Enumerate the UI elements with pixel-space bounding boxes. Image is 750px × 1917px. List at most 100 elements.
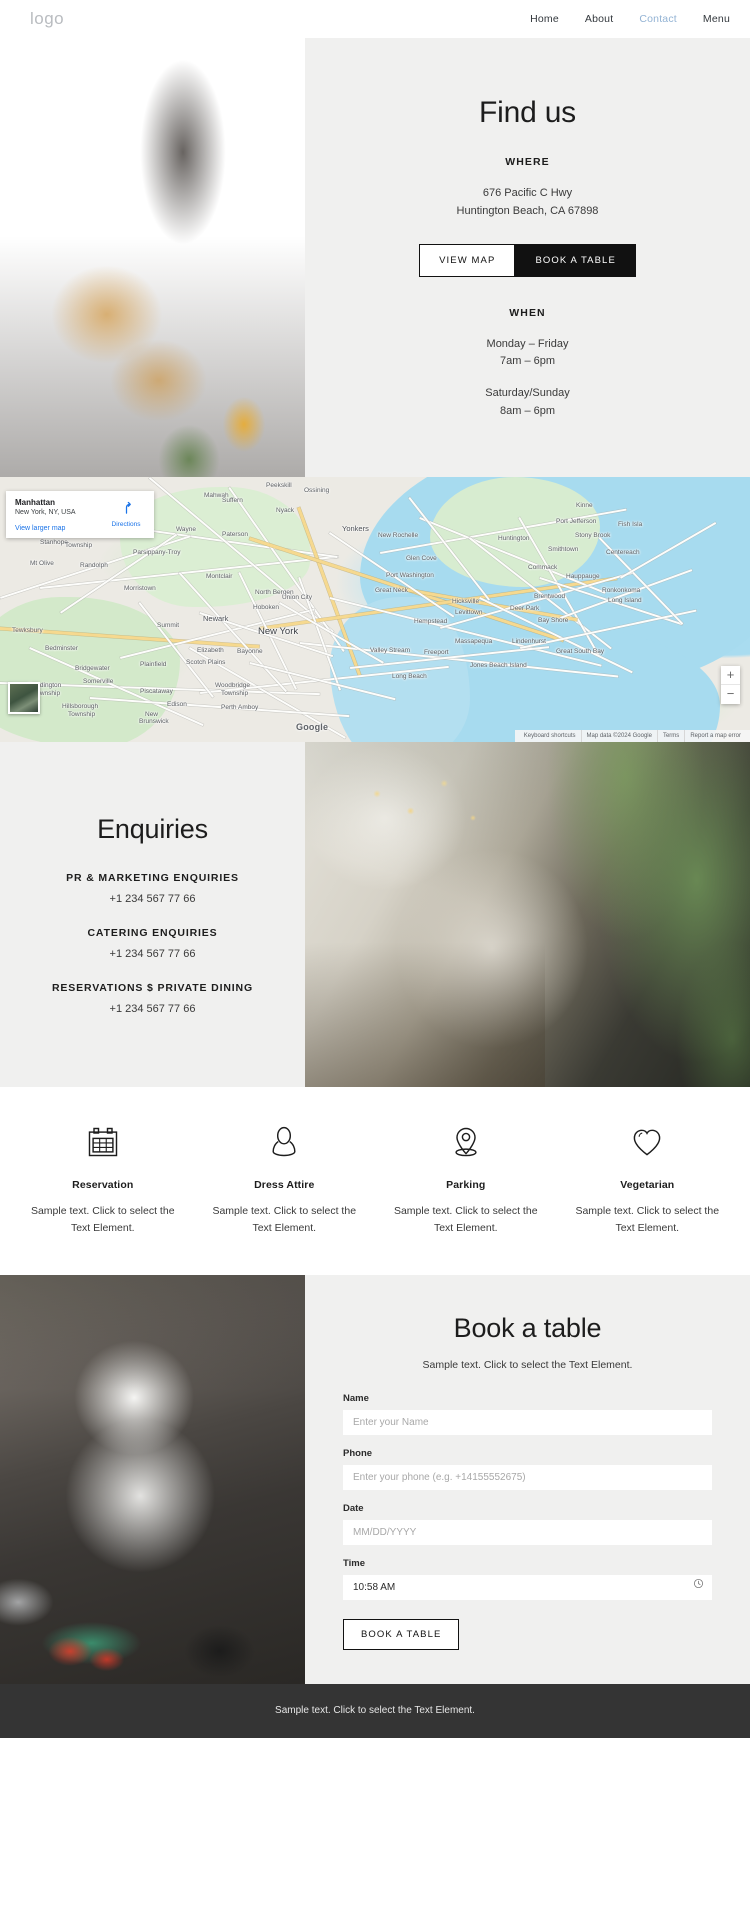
where-label: WHERE xyxy=(505,156,550,168)
date-label: Date xyxy=(343,1502,364,1514)
nav-item-home[interactable]: Home xyxy=(530,13,559,25)
feature-title-reservation: Reservation xyxy=(72,1178,134,1191)
map-label: Deer Park xyxy=(510,604,540,612)
map-label: Ronkonkoma xyxy=(602,586,641,594)
map-label: Mt Olive xyxy=(30,559,54,567)
when-label: WHEN xyxy=(509,306,546,319)
map-label: Parsippany-Troy xyxy=(133,548,181,556)
map-label: Hillsborough xyxy=(62,702,99,710)
phone-input[interactable] xyxy=(343,1464,712,1490)
map-attribution-bar: Keyboard shortcuts Map data ©2024 Google… xyxy=(514,729,750,742)
map-zoom-out-button[interactable]: − xyxy=(721,685,740,704)
nav-item-contact[interactable]: Contact xyxy=(639,13,677,25)
map-label: Brentwood xyxy=(534,592,566,600)
main-nav: Home About Contact Menu xyxy=(530,13,730,25)
map-label: New Rochelle xyxy=(378,531,419,539)
enquiries-section: Enquiries PR & MARKETING ENQUIRIES +1 23… xyxy=(0,741,750,1087)
keyboard-shortcuts-link[interactable]: Keyboard shortcuts xyxy=(519,730,581,742)
nav-item-about[interactable]: About xyxy=(585,13,613,25)
map-label: Union City xyxy=(282,593,312,601)
feature-parking: Parking Sample text. Click to select the… xyxy=(375,1119,557,1237)
find-us-buttons: VIEW MAP BOOK A TABLE xyxy=(345,243,710,277)
report-map-error-link[interactable]: Report a map error xyxy=(684,729,746,742)
enquiry-phone-reservations[interactable]: +1 234 567 77 66 xyxy=(110,1003,196,1015)
map-info-card[interactable]: Manhattan New York, NY, USA View larger … xyxy=(6,490,154,538)
time-input[interactable] xyxy=(343,1574,712,1600)
map-label: Long Island xyxy=(608,596,642,604)
feature-vegetarian: Vegetarian Sample text. Click to select … xyxy=(557,1119,739,1237)
hours-weekend-times: 8am – 6pm xyxy=(499,405,556,418)
features-section: Reservation Sample text. Click to select… xyxy=(0,1086,750,1275)
person-icon xyxy=(204,1119,366,1165)
site-header: logo Home About Contact Menu xyxy=(0,0,750,38)
enquiry-title-catering: CATERING ENQUIRIES xyxy=(87,926,218,939)
footer-text: Sample text. Click to select the Text El… xyxy=(275,1705,475,1717)
map-label: Brunswick xyxy=(139,717,169,725)
heart-icon xyxy=(567,1119,729,1165)
map-zoom-in-button[interactable]: + xyxy=(721,666,740,685)
address-line-2: Huntington Beach, CA 67898 xyxy=(456,204,599,217)
map-label: Kinne xyxy=(576,501,593,509)
name-label: Name xyxy=(343,1392,369,1404)
phone-label: Phone xyxy=(343,1447,373,1459)
hours-weekday-times: 7am – 6pm xyxy=(499,355,556,368)
map-label: Perth Amboy xyxy=(221,703,259,711)
nav-item-menu[interactable]: Menu xyxy=(703,13,730,25)
map-label: Scotch Plains xyxy=(186,658,226,666)
booking-form-pane: Book a table Sample text. Click to selec… xyxy=(305,1274,750,1684)
map-streetview-thumbnail[interactable] xyxy=(8,681,40,714)
map-label: Nyack xyxy=(276,506,295,514)
calendar-icon xyxy=(22,1119,184,1165)
map-label: Hempstead xyxy=(414,617,448,625)
view-map-button[interactable]: VIEW MAP xyxy=(419,243,516,277)
feature-title-parking: Parking xyxy=(446,1178,486,1191)
feature-text-reservation: Sample text. Click to select the Text El… xyxy=(30,1204,175,1234)
booking-submit-button[interactable]: BOOK A TABLE xyxy=(343,1618,460,1650)
phone-field-group: Phone xyxy=(343,1448,712,1490)
find-us-title: Find us xyxy=(479,96,576,129)
map-label: Levittown xyxy=(455,608,483,616)
map-label: Stanhope xyxy=(40,538,68,546)
time-label: Time xyxy=(343,1557,366,1569)
map-data-credit: Map data ©2024 Google xyxy=(580,729,657,742)
booking-section: Book a table Sample text. Click to selec… xyxy=(0,1274,750,1684)
hours-weekend-days: Saturday/Sunday xyxy=(485,387,570,400)
google-logo: Google xyxy=(296,721,329,732)
book-a-table-button[interactable]: BOOK A TABLE xyxy=(515,243,636,277)
map-label: Wayne xyxy=(176,525,196,533)
clock-icon[interactable] xyxy=(693,1576,704,1594)
map-label: Edison xyxy=(167,700,187,708)
map-label: Newark xyxy=(203,613,229,623)
name-field-group: Name xyxy=(343,1393,712,1435)
google-map[interactable]: New York Newark Yonkers Paterson Wayne New Ro… xyxy=(0,476,750,742)
date-input[interactable] xyxy=(343,1519,712,1545)
directions-button[interactable]: Directions xyxy=(106,500,146,528)
enquiry-title-pr: PR & MARKETING ENQUIRIES xyxy=(66,871,239,884)
site-logo[interactable]: logo xyxy=(30,9,64,29)
map-label: Hicksville xyxy=(452,597,480,605)
directions-label: Directions xyxy=(111,520,141,528)
map-label: Stony Brook xyxy=(575,531,611,539)
map-label: Smithtown xyxy=(548,545,579,553)
enquiries-title: Enquiries xyxy=(97,813,208,844)
feature-reservation: Reservation Sample text. Click to select… xyxy=(12,1119,194,1237)
enquiry-phone-pr[interactable]: +1 234 567 77 66 xyxy=(110,893,196,905)
name-input[interactable] xyxy=(343,1409,712,1435)
map-label: Township xyxy=(65,541,93,549)
map-label: Bayonne xyxy=(237,647,263,655)
map-zoom-controls[interactable]: + − xyxy=(721,665,740,704)
map-label: Centereach xyxy=(606,548,640,556)
map-label: Township xyxy=(221,689,249,697)
bar-interior-photo xyxy=(305,741,750,1087)
find-us-pane: Find us WHERE 676 Pacific C Hwy Huntingt… xyxy=(305,38,750,477)
map-label: Great Neck xyxy=(375,586,408,594)
map-label: Jones Beach Island xyxy=(470,661,527,669)
enquiry-phone-catering[interactable]: +1 234 567 77 66 xyxy=(110,948,196,960)
map-label: Elizabeth xyxy=(197,646,224,654)
booking-subtitle: Sample text. Click to select the Text El… xyxy=(422,1358,633,1371)
terms-link[interactable]: Terms xyxy=(656,729,684,742)
find-us-section: Find us WHERE 676 Pacific C Hwy Huntingt… xyxy=(0,38,750,477)
map-label: Township xyxy=(68,710,96,718)
map-label: Great South Bay xyxy=(556,647,605,655)
map-label: Hoboken xyxy=(253,603,280,611)
